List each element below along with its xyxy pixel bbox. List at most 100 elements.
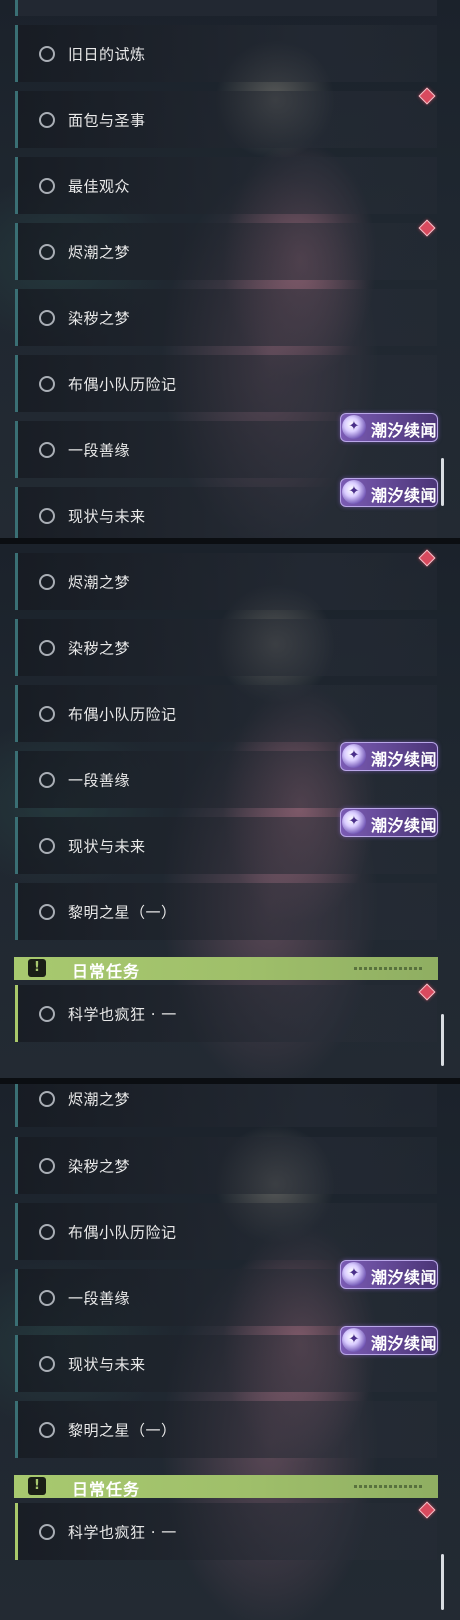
star-sparkle-icon: ✦ bbox=[342, 744, 366, 768]
row-accent-bar bbox=[15, 1503, 18, 1560]
quest-label: 旧日的试炼 bbox=[68, 45, 146, 63]
quest-row[interactable]: 面包与圣事 bbox=[15, 91, 437, 148]
circle-outline-icon bbox=[39, 573, 55, 590]
quest-label: 烬潮之梦 bbox=[68, 1090, 131, 1108]
quest-row[interactable]: 黎明之星（一） bbox=[15, 1401, 437, 1458]
header-decoration bbox=[354, 967, 424, 970]
quest-label: 烬潮之梦 bbox=[68, 243, 131, 261]
quest-row[interactable]: 染秽之梦 bbox=[15, 1137, 437, 1194]
quest-label: 科学也疯狂 · 一 bbox=[68, 1523, 177, 1541]
quest-label: 一段善缘 bbox=[68, 771, 131, 789]
quest-row[interactable]: 旧日的试炼 bbox=[15, 25, 437, 82]
row-accent-bar bbox=[15, 1335, 18, 1392]
section-title: 日常任务 bbox=[72, 1480, 141, 1499]
quest-label: 现状与未来 bbox=[68, 507, 146, 525]
quest-label: 布偶小队历险记 bbox=[68, 705, 177, 723]
circle-outline-icon bbox=[39, 243, 55, 260]
tag-text: 潮汐续闻 bbox=[371, 1268, 438, 1287]
row-accent-bar bbox=[15, 91, 18, 148]
row-accent-bar bbox=[15, 553, 18, 610]
tag-text: 潮汐续闻 bbox=[371, 1334, 438, 1353]
row-accent-bar bbox=[15, 685, 18, 742]
quest-row[interactable]: 最佳观众 bbox=[15, 157, 437, 214]
quest-row[interactable]: 烬潮之梦 bbox=[15, 553, 437, 610]
scrollbar[interactable] bbox=[441, 1554, 444, 1610]
row-accent-bar bbox=[15, 1401, 18, 1458]
circle-outline-icon bbox=[39, 705, 55, 722]
quest-label: 面包与圣事 bbox=[68, 111, 146, 129]
circle-outline-icon bbox=[39, 375, 55, 392]
row-accent-bar bbox=[15, 1203, 18, 1260]
row-accent-bar bbox=[15, 619, 18, 676]
section-title: 日常任务 bbox=[72, 962, 141, 981]
quest-label: 一段善缘 bbox=[68, 1289, 131, 1307]
quest-row[interactable]: 布偶小队历险记 bbox=[15, 685, 437, 742]
daily-quest-row[interactable]: 科学也疯狂 · 一 bbox=[15, 985, 437, 1042]
circle-outline-icon bbox=[39, 1421, 55, 1438]
scrollbar[interactable] bbox=[441, 458, 444, 506]
row-accent-bar bbox=[15, 25, 18, 82]
circle-outline-icon bbox=[39, 1090, 55, 1107]
row-accent-bar bbox=[15, 1269, 18, 1326]
tide-sequel-tag: ✦ 潮汐续闻 bbox=[340, 742, 438, 771]
row-accent-bar bbox=[15, 1137, 18, 1194]
quest-label: 布偶小队历险记 bbox=[68, 1223, 177, 1241]
tag-text: 潮汐续闻 bbox=[371, 816, 438, 835]
tide-sequel-tag: ✦ 潮汐续闻 bbox=[340, 1260, 438, 1289]
star-sparkle-icon: ✦ bbox=[342, 480, 366, 504]
quest-row[interactable]: 布偶小队历险记 bbox=[15, 1203, 437, 1260]
quest-panel-1: 旧日的试炼 面包与圣事 最佳观众 烬潮之梦 染秽之梦 布偶小队历险记 一段善缘 … bbox=[0, 0, 460, 538]
row-accent-bar bbox=[15, 289, 18, 346]
circle-outline-icon bbox=[39, 903, 55, 920]
daily-quest-header[interactable]: ! 日常任务 bbox=[14, 1475, 438, 1499]
star-sparkle-icon: ✦ bbox=[342, 1328, 366, 1352]
tag-text: 潮汐续闻 bbox=[371, 486, 438, 505]
quest-label: 科学也疯狂 · 一 bbox=[68, 1005, 177, 1023]
quest-label: 染秽之梦 bbox=[68, 639, 131, 657]
row-accent-bar bbox=[15, 157, 18, 214]
circle-outline-icon bbox=[39, 111, 55, 128]
circle-outline-icon bbox=[39, 1289, 55, 1306]
daily-quest-header[interactable]: ! 日常任务 bbox=[14, 957, 438, 981]
circle-outline-icon bbox=[39, 1523, 55, 1540]
row-accent-bar bbox=[15, 1084, 18, 1127]
star-sparkle-icon: ✦ bbox=[342, 1262, 366, 1286]
tide-sequel-tag: ✦ 潮汐续闻 bbox=[340, 808, 438, 837]
scrollbar[interactable] bbox=[441, 1014, 444, 1066]
quest-row[interactable]: 烬潮之梦 bbox=[15, 223, 437, 280]
partial-quest-row[interactable] bbox=[15, 0, 437, 16]
circle-outline-icon bbox=[39, 837, 55, 854]
quest-row[interactable]: 布偶小队历险记 bbox=[15, 355, 437, 412]
row-accent-bar bbox=[15, 223, 18, 280]
row-accent-bar bbox=[15, 355, 18, 412]
circle-outline-icon bbox=[39, 1157, 55, 1174]
quest-label: 染秽之梦 bbox=[68, 309, 131, 327]
circle-outline-icon bbox=[39, 1223, 55, 1240]
tag-text: 潮汐续闻 bbox=[371, 750, 438, 769]
quest-label: 一段善缘 bbox=[68, 441, 131, 459]
tide-sequel-tag: ✦ 潮汐续闻 bbox=[340, 478, 438, 507]
star-sparkle-icon: ✦ bbox=[342, 810, 366, 834]
header-decoration bbox=[354, 1485, 424, 1488]
quest-row[interactable]: 黎明之星（一） bbox=[15, 883, 437, 940]
quest-row[interactable]: 烬潮之梦 bbox=[15, 1084, 437, 1127]
quest-label: 布偶小队历险记 bbox=[68, 375, 177, 393]
quest-row[interactable]: 染秽之梦 bbox=[15, 289, 437, 346]
tide-sequel-tag: ✦ 潮汐续闻 bbox=[340, 1326, 438, 1355]
tide-sequel-tag: ✦ 潮汐续闻 bbox=[340, 413, 438, 442]
circle-outline-icon bbox=[39, 309, 55, 326]
quest-label: 染秽之梦 bbox=[68, 1157, 131, 1175]
circle-outline-icon bbox=[39, 177, 55, 194]
daily-quest-row[interactable]: 科学也疯狂 · 一 bbox=[15, 1503, 437, 1560]
row-accent-bar bbox=[15, 751, 18, 808]
star-sparkle-icon: ✦ bbox=[342, 415, 366, 439]
quest-label: 黎明之星（一） bbox=[68, 903, 177, 921]
tag-text: 潮汐续闻 bbox=[371, 421, 438, 440]
quest-panel-3: 烬潮之梦 染秽之梦 布偶小队历险记 一段善缘 ✦ 潮汐续闻 现状与未来 ✦ 潮汐… bbox=[0, 1084, 460, 1620]
row-accent-bar bbox=[15, 883, 18, 940]
quest-row[interactable]: 染秽之梦 bbox=[15, 619, 437, 676]
quest-label: 现状与未来 bbox=[68, 1355, 146, 1373]
row-accent-bar bbox=[15, 0, 18, 16]
quest-label: 现状与未来 bbox=[68, 837, 146, 855]
quest-panel-2: 烬潮之梦 染秽之梦 布偶小队历险记 一段善缘 ✦ 潮汐续闻 现状与未来 ✦ 潮汐… bbox=[0, 544, 460, 1078]
